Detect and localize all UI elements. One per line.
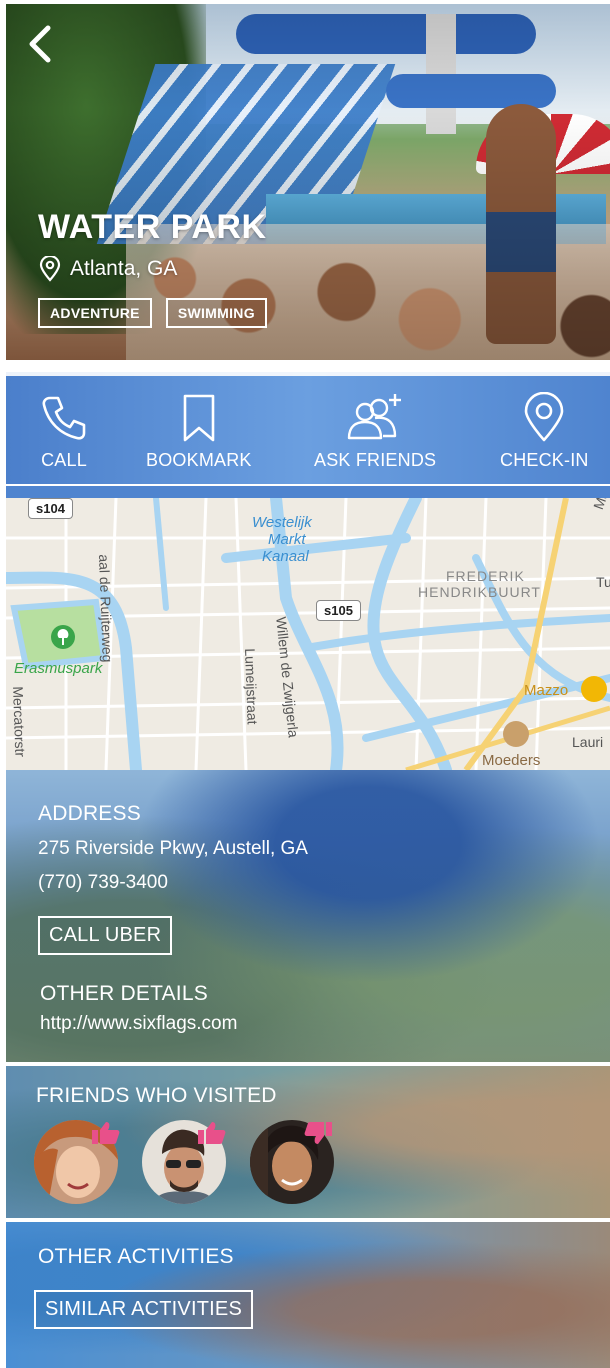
map-label-westelijk: Westelijk xyxy=(252,514,312,531)
tag-swimming[interactable]: SWIMMING xyxy=(165,298,267,328)
map-label-erasmuspark: Erasmuspark xyxy=(14,660,103,677)
section-divider xyxy=(6,1062,610,1065)
location-pin-icon xyxy=(39,256,61,282)
other-details-heading: OTHER DETAILS xyxy=(40,982,208,1005)
similar-activities-button[interactable]: SIMILAR ACTIVITIES xyxy=(34,1290,253,1329)
call-uber-button[interactable]: CALL UBER xyxy=(38,916,173,955)
map-label-mercator: Mercatorstr xyxy=(10,686,29,758)
map-label-lauri: Lauri xyxy=(572,734,604,750)
friends-heading: FRIENDS WHO VISITED xyxy=(36,1084,277,1107)
back-button[interactable] xyxy=(24,22,58,66)
road-label-s105: s105 xyxy=(316,600,361,621)
ask-friends-action[interactable]: ASK FRIENDS xyxy=(314,392,436,471)
map-label-hendrikbuurt: HENDRIKBUURT xyxy=(418,584,541,600)
map-label-lumeij: Lumeijstraat xyxy=(242,648,261,725)
address-heading: ADDRESS xyxy=(38,802,141,825)
map-canvas xyxy=(6,498,610,770)
tag-adventure[interactable]: ADVENTURE xyxy=(38,298,152,328)
map-label-tu: Tu xyxy=(596,574,610,590)
location-text: Atlanta, GA xyxy=(70,257,178,280)
map-label-moeders: Moeders xyxy=(482,752,541,769)
map-label-mazzo: Mazzo xyxy=(524,682,569,699)
place-location: Atlanta, GA xyxy=(38,256,177,282)
call-label: CALL xyxy=(41,450,87,470)
place-title: WATER PARK xyxy=(38,208,267,246)
address-street[interactable]: 275 Riverside Pkwy, Austell, GA xyxy=(38,838,308,860)
phone-icon xyxy=(42,396,86,440)
tag-list: ADVENTURE SWIMMING xyxy=(38,298,267,328)
map-label-kanaal: Kanaal xyxy=(262,548,309,565)
address-phone[interactable]: (770) 739-3400 xyxy=(38,872,168,894)
chevron-left-icon xyxy=(29,25,51,63)
map-view[interactable]: s104 s105 Westelijk Markt Kanaal FREDERI… xyxy=(6,498,610,770)
check-in-label: CHECK-IN xyxy=(500,450,589,470)
bookmark-icon xyxy=(183,394,215,442)
like-thumb-icon xyxy=(90,1120,120,1146)
map-label-frederik: FREDERIK xyxy=(446,568,525,584)
map-label-markt: Markt xyxy=(268,531,306,548)
bookmark-action[interactable]: BOOKMARK xyxy=(146,392,252,471)
map-pin-icon xyxy=(524,392,564,442)
road-label-s104: s104 xyxy=(28,498,73,519)
section-divider xyxy=(6,1218,610,1221)
heart-like-icon xyxy=(304,1120,334,1146)
call-action[interactable]: CALL xyxy=(38,392,90,471)
bookmark-label: BOOKMARK xyxy=(146,450,252,470)
other-activities-heading: OTHER ACTIVITIES xyxy=(38,1245,234,1268)
add-friends-icon xyxy=(347,394,402,440)
website-link[interactable]: http://www.sixflags.com xyxy=(40,1013,237,1035)
check-in-action[interactable]: CHECK-IN xyxy=(500,392,589,471)
action-bar: CALL BOOKMARK ASK FRIENDS CHECK-IN xyxy=(6,372,610,486)
ask-friends-label: ASK FRIENDS xyxy=(314,450,437,470)
place-detail-screen: WATER PARK Atlanta, GA ADVENTURE SWIMMIN… xyxy=(0,0,610,1368)
divider-bar xyxy=(6,486,610,498)
like-thumb-icon xyxy=(196,1120,226,1146)
